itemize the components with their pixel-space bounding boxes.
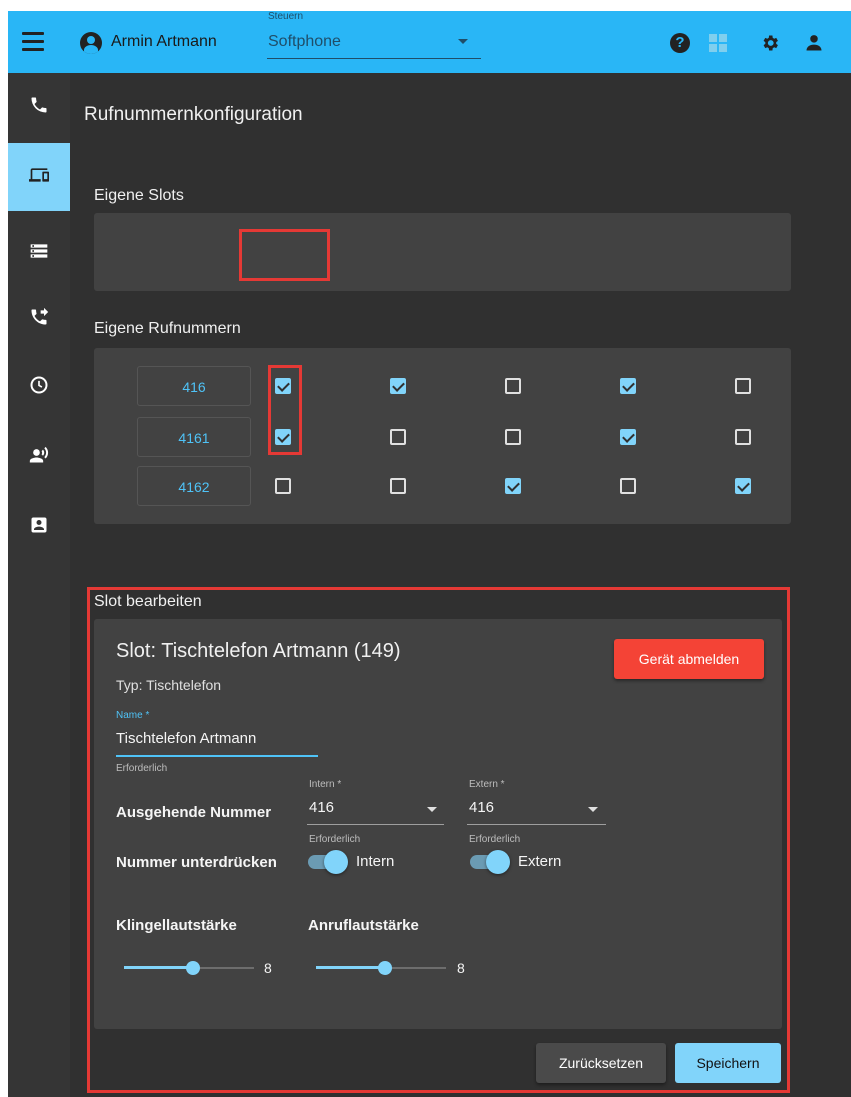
chevron-down-icon[interactable] [588,807,598,812]
user-name[interactable]: Armin Artmann [111,33,217,51]
devices-icon [29,168,49,182]
page-title: Rufnummernkonfiguration [84,104,303,125]
main-content: Rufnummernkonfiguration Eigene Slots SIP… [70,73,851,1097]
sidebar [8,73,70,1097]
slider-knob[interactable] [186,961,200,975]
highlight-box-checkboxes [268,365,302,455]
checkbox-4161-slot5[interactable] [735,429,751,445]
dashboard-icon[interactable] [708,33,728,53]
edit-section-title: Slot bearbeiten [94,593,202,610]
control-select[interactable]: Softphone [268,33,341,51]
checkbox-4162-slot5[interactable] [735,478,751,494]
account-circle-icon[interactable] [80,32,102,54]
highlight-box-slot [239,229,330,281]
control-select-underline [267,58,481,59]
intern-select[interactable]: 416 [309,799,334,816]
numbers-title: Eigene Rufnummern [94,320,241,337]
checkbox-416-slot2[interactable] [390,378,406,394]
toggle-suppress-intern[interactable] [306,850,348,874]
top-bar: Armin Artmann Steuern Softphone ? [8,11,851,73]
intern-select-hint: Erforderlich [309,834,361,845]
checkbox-4162-slot4[interactable] [620,478,636,494]
extern-select-hint: Erforderlich [469,834,521,845]
chevron-down-icon[interactable] [458,39,468,44]
checkbox-416-slot5[interactable] [735,378,751,394]
chevron-down-icon[interactable] [427,807,437,812]
record-voice-icon [29,446,49,463]
call-forward-icon [31,307,49,325]
ring-volume-value: 8 [264,960,272,976]
checkbox-416-slot4[interactable] [620,378,636,394]
save-button[interactable]: Speichern [675,1043,781,1083]
person-icon[interactable] [804,33,824,53]
sidebar-item-history[interactable] [8,353,70,421]
sidebar-item-contacts[interactable] [8,493,70,561]
number-button-4162[interactable]: 4162 [137,466,251,506]
intern-select-underline [307,824,444,825]
slot-type: Typ: Tischtelefon [116,677,222,693]
checkbox-4162-slot3[interactable] [505,478,521,494]
intern-select-label: Intern * [309,779,342,790]
numbers-panel: 416 4161 4162 [94,348,791,524]
name-field-underline [116,755,318,757]
toggle-suppress-extern[interactable] [468,850,510,874]
extern-select-underline [467,824,606,825]
storage-icon [30,244,48,258]
checkbox-4161-slot3[interactable] [505,429,521,445]
help-icon[interactable]: ? [670,33,690,53]
call-volume-slider[interactable] [316,958,446,978]
slots-title: Eigene Slots [94,187,184,204]
extern-select-label: Extern * [469,779,505,790]
toggle-intern-label: Intern [356,853,395,870]
name-field-hint: Erforderlich [116,763,168,774]
ring-volume-slider[interactable] [124,958,254,978]
contact-icon [31,517,47,533]
call-volume-value: 8 [457,960,465,976]
ring-volume-label: Klingellautstärke [116,917,237,934]
sidebar-item-forwarding[interactable] [8,285,70,353]
menu-icon[interactable] [22,32,44,52]
call-volume-label: Anruflautstärke [308,917,419,934]
slots-panel: SIP [94,213,791,411]
sidebar-item-calls[interactable] [8,73,70,141]
gear-icon[interactable] [760,33,780,53]
control-select-label: Steuern [268,11,304,22]
slot-edit-panel: Slot: Tischtelefon Artmann (149) Typ: Ti… [94,619,782,1029]
phone-icon [31,97,47,113]
number-button-4161[interactable]: 4161 [137,417,251,457]
reset-button[interactable]: Zurücksetzen [536,1043,666,1083]
checkbox-4161-slot2[interactable] [390,429,406,445]
checkbox-4162-slot2[interactable] [390,478,406,494]
checkbox-4162-slot1[interactable] [275,478,291,494]
name-field[interactable]: Tischtelefon Artmann [116,730,256,747]
checkbox-416-slot3[interactable] [505,378,521,394]
suppress-number-label: Nummer unterdrücken [116,854,277,871]
sidebar-item-voicemail[interactable] [8,423,70,491]
checkbox-4161-slot4[interactable] [620,429,636,445]
extern-select[interactable]: 416 [469,799,494,816]
device-logout-button[interactable]: Gerät abmelden [614,639,764,679]
outgoing-number-label: Ausgehende Nummer [116,804,272,821]
name-field-label: Name * [116,710,150,721]
toggle-extern-label: Extern [518,853,562,870]
slot-heading: Slot: Tischtelefon Artmann (149) [116,640,401,662]
clock-icon [30,376,48,394]
number-button-416[interactable]: 416 [137,366,251,406]
sidebar-item-devices[interactable] [8,143,70,211]
sidebar-item-storage[interactable] [8,219,70,287]
slider-knob[interactable] [378,961,392,975]
